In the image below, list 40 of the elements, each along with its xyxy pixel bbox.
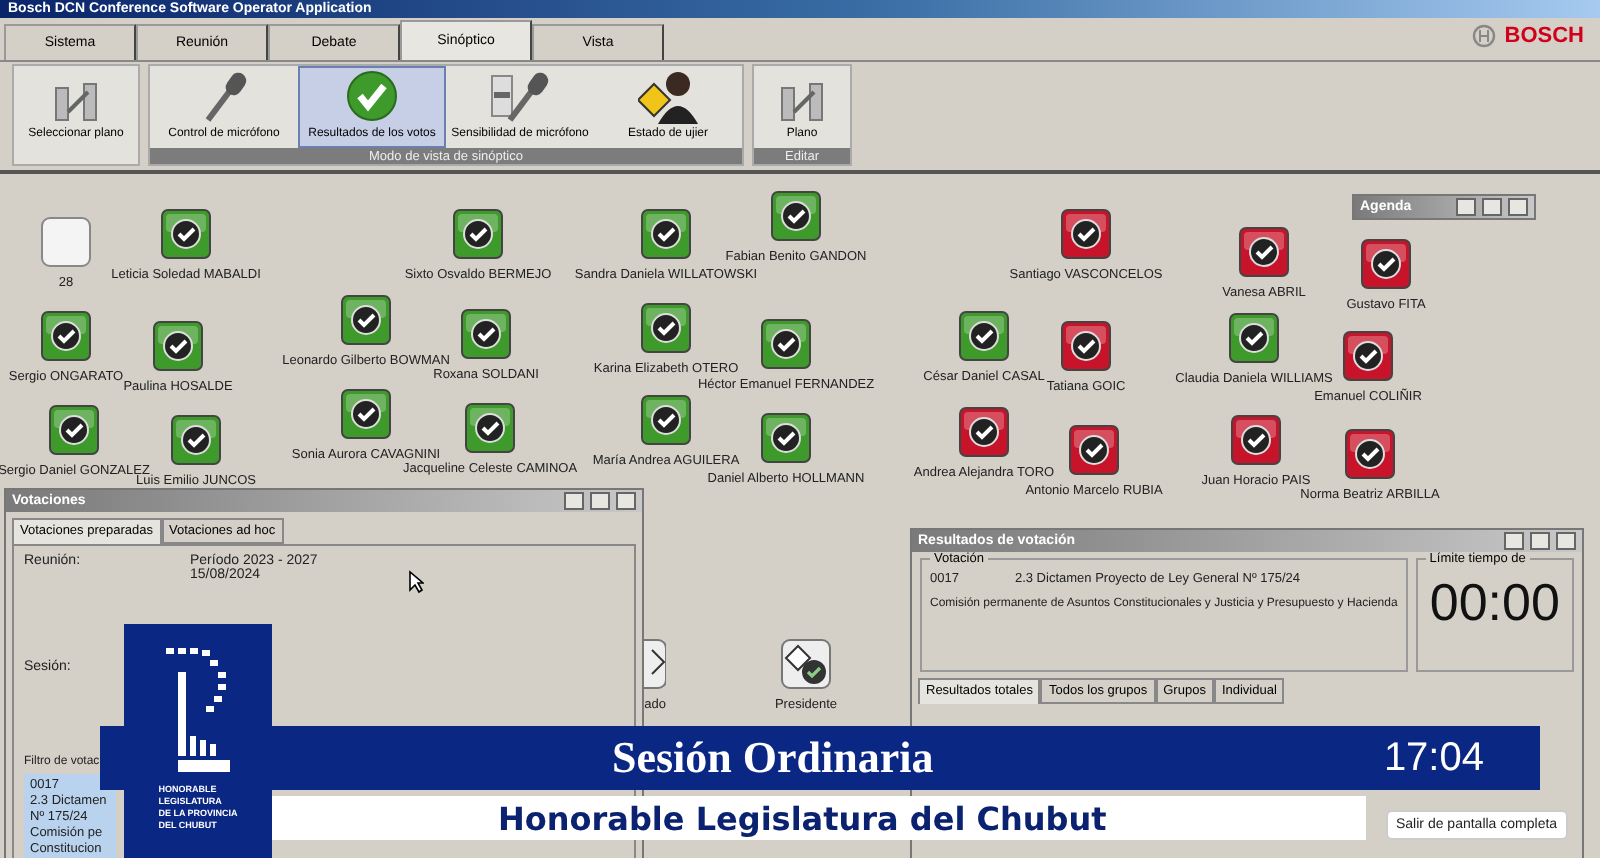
vote-check-icon[interactable] [1360, 238, 1412, 290]
vote-check-icon[interactable] [1342, 330, 1394, 382]
vote-check-icon[interactable] [640, 208, 692, 260]
vote-check-icon[interactable] [1228, 312, 1280, 364]
empty-seat-icon[interactable] [40, 216, 92, 268]
vote-check-icon[interactable] [1344, 428, 1396, 480]
clock: 17:04 [1383, 735, 1484, 781]
vote-check-icon[interactable] [48, 404, 100, 456]
vote-check-icon[interactable] [160, 208, 212, 260]
vote-check-icon[interactable] [1238, 226, 1290, 278]
vote-check-icon[interactable] [958, 406, 1010, 458]
vote-check-icon[interactable] [340, 294, 392, 346]
vote-check-icon[interactable] [152, 320, 204, 372]
vote-check-icon[interactable] [958, 310, 1010, 362]
legislature-logo-icon [162, 648, 234, 776]
vote-check-icon[interactable] [452, 208, 504, 260]
vote-check-icon[interactable] [40, 310, 92, 362]
brand-name: BOSCH [1504, 24, 1584, 48]
vote-check-icon[interactable] [760, 318, 812, 370]
vote-check-icon[interactable] [464, 402, 516, 454]
vote-check-icon[interactable] [460, 308, 512, 360]
vote-check-icon[interactable] [340, 388, 392, 440]
vote-check-icon[interactable] [640, 394, 692, 446]
vote-check-icon[interactable] [640, 302, 692, 354]
session-title: Sesión Ordinaria [612, 732, 934, 784]
seat-icon[interactable] [642, 638, 666, 690]
brand-logo-icon [1472, 24, 1497, 48]
cursor-icon [408, 570, 424, 594]
president-seat-icon[interactable] [780, 638, 832, 690]
vote-check-icon[interactable] [1068, 424, 1120, 476]
subtitle: Honorable Legislatura del Chubut [498, 799, 1107, 837]
vote-check-icon[interactable] [1060, 208, 1112, 260]
vote-check-icon[interactable] [1060, 320, 1112, 372]
vote-check-icon[interactable] [760, 412, 812, 464]
check-circle-icon [344, 68, 400, 124]
person-question-icon [638, 68, 698, 124]
vote-check-icon[interactable] [1230, 414, 1282, 466]
time-limit: 00:00 [1427, 572, 1562, 634]
vote-check-icon[interactable] [170, 414, 222, 466]
vote-check-icon[interactable] [770, 190, 822, 242]
